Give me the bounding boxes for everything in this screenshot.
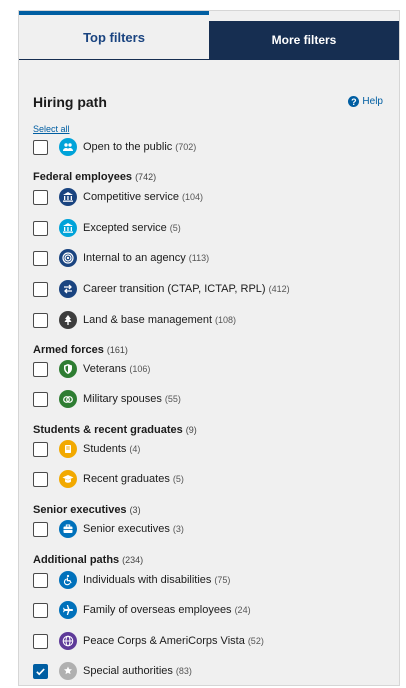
filter-panel: Top filters More filters Hiring path ? H…: [18, 10, 400, 686]
checkbox[interactable]: [33, 441, 48, 457]
checkmark-icon: [36, 667, 45, 675]
filter-excepted-service[interactable]: Excepted service (5): [33, 218, 181, 238]
group-additional-paths: Additional paths (234): [33, 554, 144, 566]
filter-label: Internal to an agency (113): [83, 252, 210, 264]
filter-label: Special authorities (83): [83, 665, 192, 677]
filter-label: Peace Corps & AmeriCorps Vista (52): [83, 635, 264, 647]
group-federal-employees: Federal employees (742): [33, 171, 157, 183]
globe-icon: [59, 632, 77, 650]
checkbox-checked[interactable]: [33, 663, 48, 679]
checkbox[interactable]: [33, 471, 48, 487]
help-link[interactable]: ? Help: [348, 96, 383, 107]
filter-students[interactable]: Students (4): [33, 439, 140, 459]
checkbox[interactable]: [33, 361, 48, 377]
filter-label: Military spouses (55): [83, 393, 181, 405]
filter-open-to-public[interactable]: Open to the public (702): [33, 137, 196, 157]
plane-icon: [59, 601, 77, 619]
filter-label: Veterans (106): [83, 363, 151, 375]
help-label: Help: [362, 96, 383, 107]
shield-icon: [59, 360, 77, 378]
filter-senior-executives[interactable]: Senior executives (3): [33, 519, 184, 539]
filter-veterans[interactable]: Veterans (106): [33, 359, 150, 379]
accessibility-icon: [59, 571, 77, 589]
tab-top-filters[interactable]: Top filters: [19, 11, 209, 59]
filter-label: Students (4): [83, 443, 141, 455]
checkbox[interactable]: [33, 633, 48, 649]
checkbox[interactable]: [33, 391, 48, 407]
checkbox[interactable]: [33, 281, 48, 297]
filter-special-authorities[interactable]: Special authorities (83): [33, 661, 192, 681]
filter-competitive-service[interactable]: Competitive service (104): [33, 187, 203, 207]
target-icon: [59, 249, 77, 267]
checkbox[interactable]: [33, 572, 48, 588]
group-students-recent-graduates: Students & recent graduates (9): [33, 424, 197, 436]
briefcase-icon: [59, 520, 77, 538]
group-armed-forces: Armed forces (161): [33, 344, 128, 356]
people-icon: [59, 138, 77, 156]
filter-label: Recent graduates (5): [83, 473, 184, 485]
filter-tabs: Top filters More filters: [19, 11, 399, 61]
rings-icon: [59, 390, 77, 408]
checkbox[interactable]: [33, 250, 48, 266]
filter-land-base-management[interactable]: Land & base management (108): [33, 310, 236, 330]
question-icon: ?: [348, 96, 360, 107]
filter-label: Family of overseas employees (24): [83, 604, 251, 616]
filter-label: Excepted service (5): [83, 222, 181, 234]
tab-divider: [19, 59, 399, 60]
section-title: Hiring path: [33, 94, 107, 110]
filter-family-overseas[interactable]: Family of overseas employees (24): [33, 600, 251, 620]
filter-peace-corps[interactable]: Peace Corps & AmeriCorps Vista (52): [33, 631, 264, 651]
filter-military-spouses[interactable]: Military spouses (55): [33, 389, 181, 409]
checkbox[interactable]: [33, 312, 48, 328]
checkbox[interactable]: [33, 189, 48, 205]
filter-label: Open to the public (702): [83, 141, 197, 153]
filter-career-transition[interactable]: Career transition (CTAP, ICTAP, RPL) (412…: [33, 279, 290, 299]
filter-internal-to-agency[interactable]: Internal to an agency (113): [33, 248, 209, 268]
filter-recent-graduates[interactable]: Recent graduates (5): [33, 469, 184, 489]
filter-label: Senior executives (3): [83, 523, 184, 535]
building-icon: [59, 219, 77, 237]
filter-label: Land & base management (108): [83, 314, 237, 326]
graduation-cap-icon: [59, 470, 77, 488]
filter-label: Competitive service (104): [83, 191, 203, 203]
swap-icon: [59, 280, 77, 298]
filter-label: Individuals with disabilities (75): [83, 574, 231, 586]
checkbox[interactable]: [33, 220, 48, 236]
book-icon: [59, 440, 77, 458]
select-all-link[interactable]: Select all: [33, 124, 70, 134]
checkbox[interactable]: [33, 521, 48, 537]
building-icon: [59, 188, 77, 206]
filter-individuals-disabilities[interactable]: Individuals with disabilities (75): [33, 570, 230, 590]
filter-label: Career transition (CTAP, ICTAP, RPL) (412…: [83, 283, 290, 295]
checkbox[interactable]: [33, 139, 48, 155]
star-badge-icon: [59, 662, 77, 680]
tree-icon: [59, 311, 77, 329]
tab-more-filters[interactable]: More filters: [209, 21, 399, 59]
group-senior-executives: Senior executives (3): [33, 504, 141, 516]
checkbox[interactable]: [33, 602, 48, 618]
